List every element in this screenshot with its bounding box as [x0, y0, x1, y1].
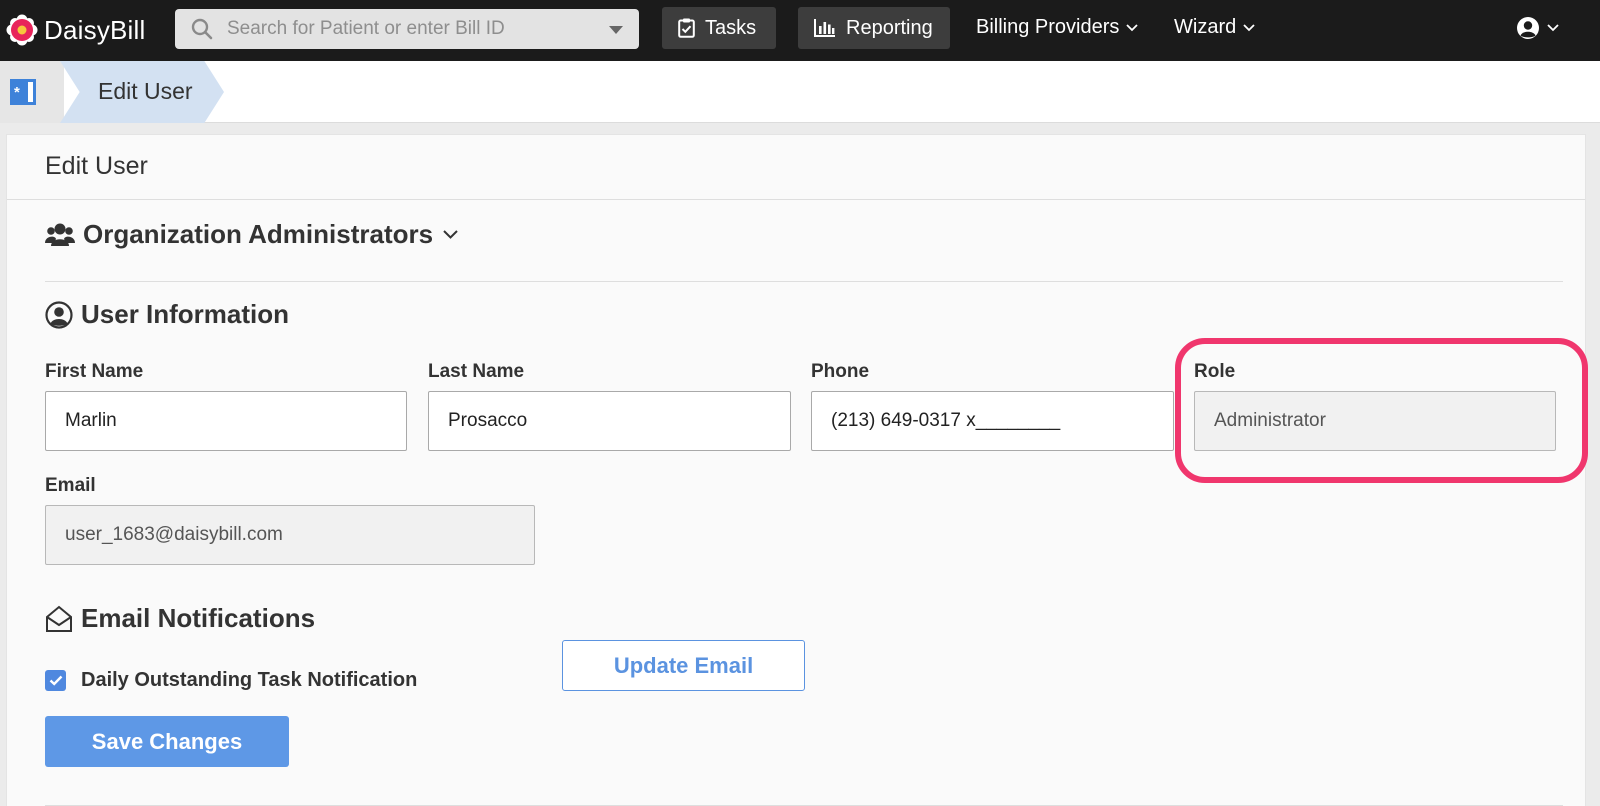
breadcrumb-edit-user[interactable]: Edit User: [60, 61, 224, 123]
divider: [45, 281, 1563, 282]
email-notifications-heading: Email Notifications: [45, 603, 315, 634]
daisy-flower-icon: [6, 14, 38, 46]
reporting-label: Reporting: [846, 16, 933, 39]
user-information-heading: User Information: [45, 299, 289, 330]
edit-user-panel: Edit User Organization Administrators Us…: [6, 134, 1586, 806]
user-circle-icon: [45, 300, 73, 329]
wizard-label: Wizard: [1174, 16, 1237, 38]
daily-task-notification-option[interactable]: Daily Outstanding Task Notification: [45, 669, 417, 692]
brand-logo[interactable]: DaisyBill: [6, 10, 145, 50]
user-account-menu[interactable]: [1516, 16, 1559, 40]
email-label: Email: [45, 475, 96, 496]
breadcrumb: * Edit User: [0, 61, 1600, 123]
chevron-down-icon: [1243, 23, 1255, 31]
email-field: [45, 505, 535, 565]
first-name-label: First Name: [45, 361, 144, 382]
page-title: Edit User: [45, 152, 148, 180]
role-field: [1194, 391, 1556, 451]
caret-down-icon[interactable]: [609, 26, 623, 34]
chevron-down-icon: [443, 230, 458, 239]
clipboard-check-icon: [678, 18, 695, 38]
breadcrumb-current-label: Edit User: [98, 78, 193, 104]
bar-chart-icon: [814, 19, 835, 37]
billing-providers-label: Billing Providers: [976, 16, 1120, 38]
billing-providers-menu[interactable]: Billing Providers: [976, 16, 1139, 39]
daily-task-notification-checkbox[interactable]: [45, 670, 66, 691]
last-name-field[interactable]: [428, 391, 791, 451]
daily-task-notification-label: Daily Outstanding Task Notification: [81, 669, 418, 691]
bill-form-icon: *: [10, 79, 36, 105]
panel-header: Edit User: [7, 135, 1585, 200]
top-navbar: DaisyBill Tasks Reporting Billing Provid…: [0, 0, 1600, 61]
users-group-icon: [45, 223, 75, 246]
svg-text:*: *: [14, 84, 20, 101]
checkmark-icon: [49, 675, 62, 686]
save-changes-button[interactable]: Save Changes: [45, 716, 289, 767]
reporting-button[interactable]: Reporting: [798, 7, 950, 49]
user-information-title: User Information: [81, 299, 290, 329]
last-name-label: Last Name: [428, 361, 525, 382]
brand-name: DaisyBill: [44, 14, 146, 45]
chevron-down-icon: [1126, 23, 1139, 31]
organization-label: Organization Administrators: [83, 219, 434, 249]
patient-search[interactable]: [175, 9, 639, 49]
phone-field[interactable]: [811, 391, 1174, 451]
email-notifications-title: Email Notifications: [81, 603, 316, 633]
search-input[interactable]: [227, 18, 587, 40]
wizard-menu[interactable]: Wizard: [1174, 16, 1255, 39]
role-label: Role: [1194, 361, 1236, 382]
organization-dropdown[interactable]: Organization Administrators: [45, 219, 458, 250]
first-name-field[interactable]: [45, 391, 407, 451]
tasks-button[interactable]: Tasks: [662, 7, 776, 49]
user-circle-icon: [1517, 17, 1539, 39]
chevron-down-icon: [1547, 24, 1559, 32]
tasks-label: Tasks: [705, 16, 757, 39]
phone-label: Phone: [811, 361, 870, 382]
envelope-open-icon: [46, 605, 72, 632]
update-email-button[interactable]: Update Email: [562, 640, 805, 691]
search-icon: [191, 18, 213, 40]
breadcrumb-home[interactable]: *: [0, 61, 64, 123]
